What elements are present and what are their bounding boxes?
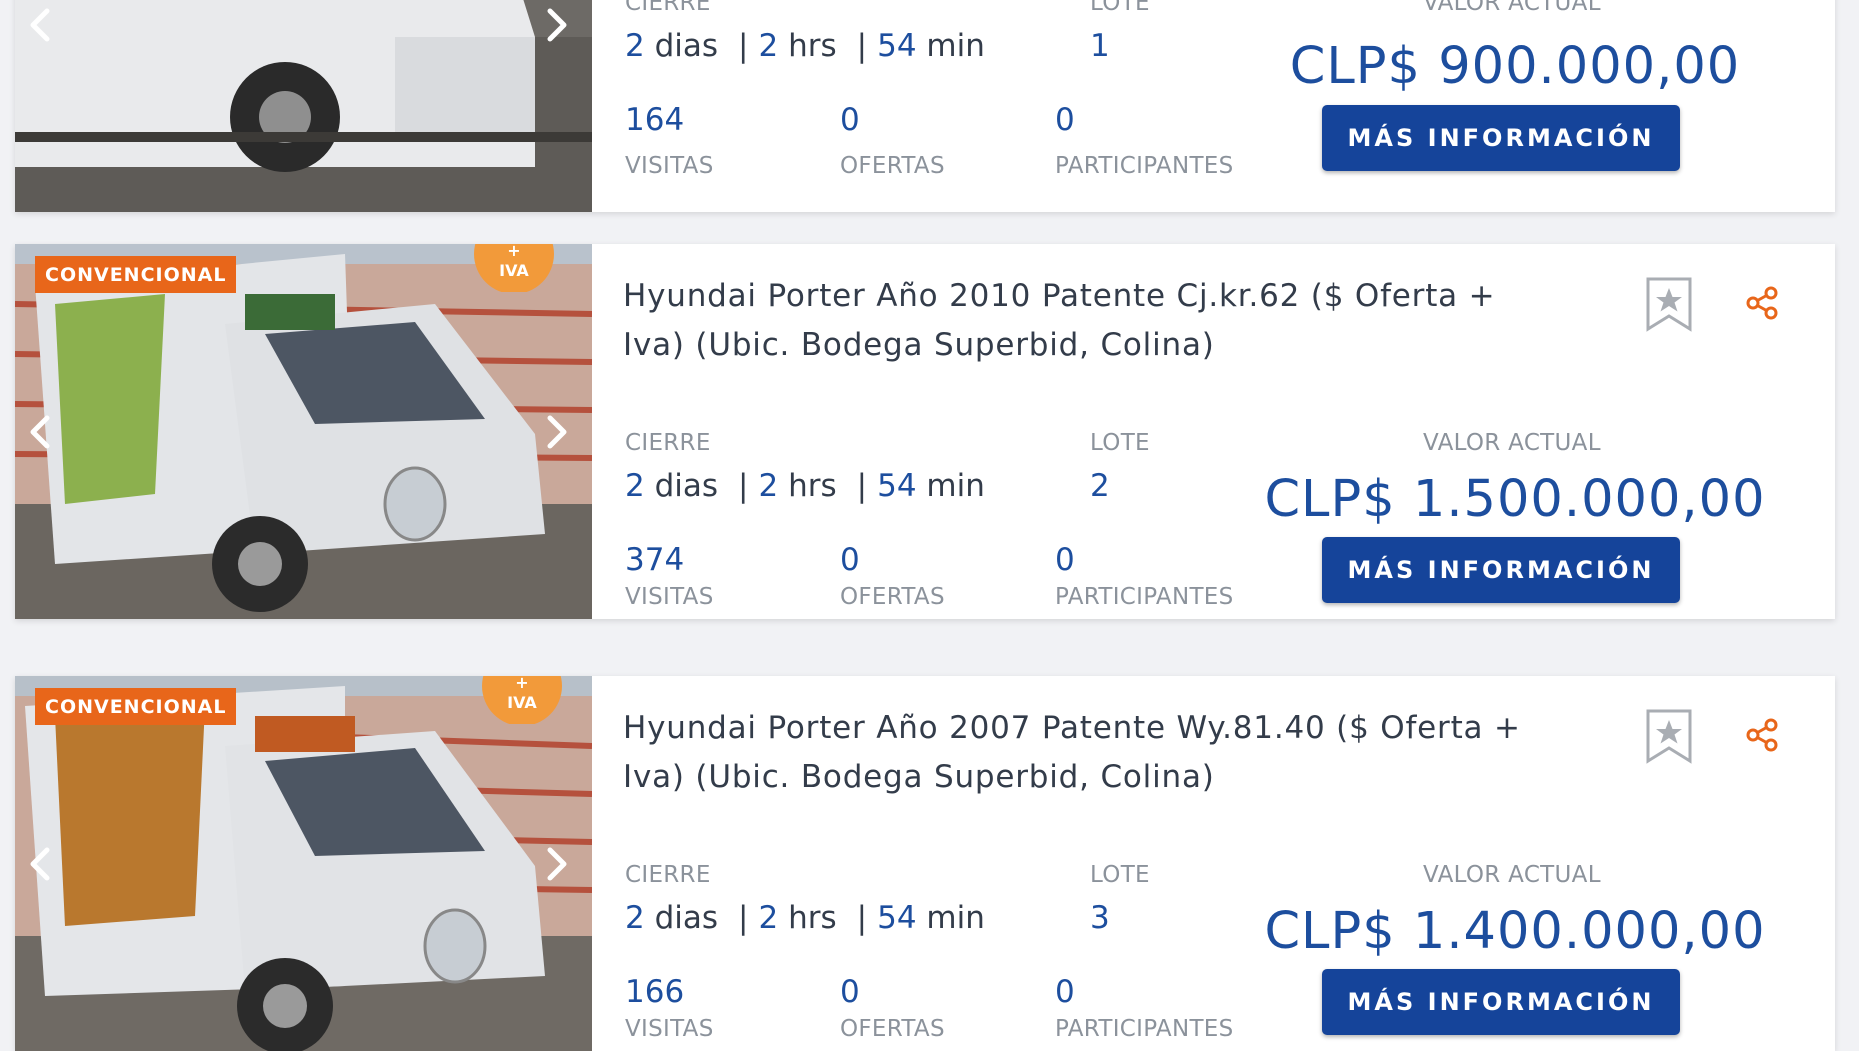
photo-prev-button[interactable]	[21, 5, 61, 45]
convencional-badge: CONVENCIONAL	[35, 688, 237, 725]
cierre-label: CIERRE	[625, 430, 711, 456]
photo-next-button[interactable]	[536, 844, 576, 884]
lot-title[interactable]: Hyundai Porter Año 2010 Patente Cj.kr.62…	[623, 272, 1523, 370]
chevron-right-icon	[547, 415, 567, 448]
ofertas-label: OFERTAS	[840, 1016, 945, 1042]
lot-photo[interactable]: CONVENCIONAL + IVA	[15, 244, 592, 619]
lote-label: LOTE	[1090, 0, 1150, 16]
visitas-label: VISITAS	[625, 153, 714, 179]
visitas-count: 374	[625, 542, 685, 578]
visitas-count: 164	[625, 102, 685, 138]
current-price: CLP$ 1.500.000,00	[1264, 470, 1766, 529]
lot-photo-image	[15, 0, 592, 212]
ofertas-count: 0	[840, 974, 860, 1010]
share-icon[interactable]	[1745, 718, 1779, 752]
lote-label: LOTE	[1090, 430, 1150, 456]
share-icon[interactable]	[1745, 286, 1779, 320]
svg-text:+: +	[507, 244, 520, 260]
chevron-left-icon	[30, 415, 50, 448]
photo-next-button[interactable]	[536, 5, 576, 45]
lot-photo-image	[15, 244, 592, 619]
valor-actual-label: VALOR ACTUAL	[1423, 862, 1601, 888]
lote-value: 1	[1090, 28, 1110, 64]
photo-prev-button[interactable]	[21, 844, 61, 884]
ofertas-label: OFERTAS	[840, 153, 945, 179]
star-bookmark-icon[interactable]	[1645, 276, 1693, 332]
iva-icon: + IVA	[474, 244, 554, 292]
lote-value: 3	[1090, 900, 1110, 936]
lote-label: LOTE	[1090, 862, 1150, 888]
participantes-count: 0	[1055, 974, 1075, 1010]
chevron-right-icon	[547, 847, 567, 880]
ofertas-count: 0	[840, 542, 860, 578]
chevron-right-icon	[547, 8, 567, 41]
photo-prev-button[interactable]	[21, 412, 61, 452]
iva-icon: + IVA	[482, 676, 562, 724]
valor-actual-label: VALOR ACTUAL	[1423, 0, 1601, 16]
ofertas-label: OFERTAS	[840, 584, 945, 610]
lot-card: CIERRE 2 dias | 2 hrs | 54 min LOTE 1 VALOR …	[15, 0, 1835, 212]
lot-card: CONVENCIONAL + IVA Hyundai Porter Año 20…	[15, 244, 1835, 619]
more-info-button[interactable]: MÁS INFORMACIÓN	[1322, 105, 1680, 171]
participantes-count: 0	[1055, 102, 1075, 138]
more-info-button[interactable]: MÁS INFORMACIÓN	[1322, 969, 1680, 1035]
time-remaining: 2 dias | 2 hrs | 54 min	[625, 468, 985, 504]
lot-photo-image	[15, 676, 592, 1051]
star-bookmark-icon[interactable]	[1645, 708, 1693, 764]
valor-actual-label: VALOR ACTUAL	[1423, 430, 1601, 456]
photo-next-button[interactable]	[536, 412, 576, 452]
visitas-count: 166	[625, 974, 685, 1010]
ofertas-count: 0	[840, 102, 860, 138]
participantes-label: PARTICIPANTES	[1055, 1016, 1234, 1042]
svg-text:+: +	[515, 676, 528, 692]
lot-photo[interactable]	[15, 0, 592, 212]
more-info-button[interactable]: MÁS INFORMACIÓN	[1322, 537, 1680, 603]
lote-value: 2	[1090, 468, 1110, 504]
participantes-count: 0	[1055, 542, 1075, 578]
lot-title[interactable]: Hyundai Porter Año 2007 Patente Wy.81.40…	[623, 704, 1523, 802]
lot-card: CONVENCIONAL + IVA Hyundai Porter Año 20…	[15, 676, 1835, 1051]
participantes-label: PARTICIPANTES	[1055, 584, 1234, 610]
visitas-label: VISITAS	[625, 1016, 714, 1042]
cierre-label: CIERRE	[625, 862, 711, 888]
svg-text:IVA: IVA	[499, 261, 529, 280]
current-price: CLP$ 900.000,00	[1289, 37, 1741, 96]
time-remaining: 2 dias | 2 hrs | 54 min	[625, 28, 985, 64]
current-price: CLP$ 1.400.000,00	[1264, 902, 1766, 961]
cierre-label: CIERRE	[625, 0, 711, 16]
chevron-left-icon	[30, 847, 50, 880]
time-remaining: 2 dias | 2 hrs | 54 min	[625, 900, 985, 936]
convencional-badge: CONVENCIONAL	[35, 256, 237, 293]
chevron-left-icon	[30, 8, 50, 41]
lot-photo[interactable]: CONVENCIONAL + IVA	[15, 676, 592, 1051]
svg-text:IVA: IVA	[507, 693, 537, 712]
visitas-label: VISITAS	[625, 584, 714, 610]
participantes-label: PARTICIPANTES	[1055, 153, 1234, 179]
